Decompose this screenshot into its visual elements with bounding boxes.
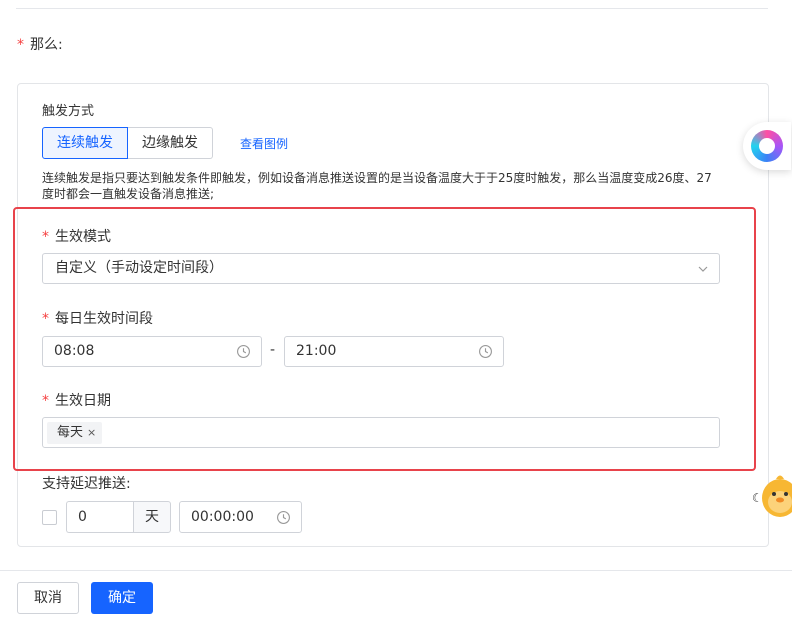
delay-time-input[interactable]: 00:00:00 [179, 501, 302, 533]
section-label: * 那么: [17, 34, 63, 54]
start-time-input[interactable]: 08:08 [42, 336, 262, 367]
effect-mode-label-text: 生效模式 [55, 229, 111, 245]
required-mark: * [17, 37, 24, 53]
effect-date-label-text: 生效日期 [55, 393, 111, 409]
daily-period-label: * 每日生效时间段 [42, 308, 153, 328]
view-example-link[interactable]: 查看图例 [240, 135, 288, 152]
clock-icon [237, 345, 250, 358]
chevron-down-icon [698, 266, 708, 272]
delay-time-value: 00:00:00 [191, 509, 254, 525]
time-range-separator: - [270, 342, 276, 358]
assistant-ring [751, 130, 783, 162]
trigger-continuous-button[interactable]: 连续触发 [42, 127, 128, 159]
required-mark: * [42, 393, 49, 409]
delay-days-unit: 天 [133, 501, 171, 533]
trigger-mode-segmented: 连续触发 边缘触发 [42, 127, 213, 159]
effect-date-label: * 生效日期 [42, 390, 111, 410]
confirm-button[interactable]: 确定 [91, 582, 153, 614]
clock-icon [479, 345, 492, 358]
end-time-input[interactable]: 21:00 [284, 336, 504, 367]
required-mark: * [42, 229, 49, 245]
effect-mode-select[interactable]: 自定义（手动设定时间段） [42, 253, 720, 284]
trigger-description: 连续触发是指只要达到触发条件即触发，例如设备消息推送设置的是当设备温度大于于25… [42, 171, 712, 201]
delay-push-label: 支持延迟推送: [42, 476, 131, 492]
delay-days-input[interactable]: 0 [66, 501, 134, 533]
top-divider [16, 8, 768, 9]
date-tag-label: 每天 [57, 425, 84, 440]
effect-mode-value: 自定义（手动设定时间段） [55, 260, 223, 276]
close-icon[interactable]: × [87, 422, 96, 444]
footer-divider [0, 570, 792, 571]
clock-icon [277, 511, 290, 524]
cancel-button[interactable]: 取消 [17, 582, 79, 614]
effect-date-multiselect[interactable]: 每天 × [42, 417, 720, 448]
start-time-value: 08:08 [54, 343, 95, 359]
end-time-value: 21:00 [296, 343, 337, 359]
delay-push-checkbox[interactable] [42, 510, 57, 525]
effect-mode-label: * 生效模式 [42, 226, 111, 246]
section-label-text: 那么: [30, 37, 63, 53]
required-mark: * [42, 311, 49, 327]
assistant-logo-icon[interactable] [743, 122, 791, 170]
trigger-mode-title: 触发方式 [42, 104, 95, 119]
mascot-icon[interactable] [760, 470, 792, 520]
date-tag-everyday: 每天 × [47, 422, 103, 444]
trigger-edge-button[interactable]: 边缘触发 [128, 127, 213, 159]
daily-period-label-text: 每日生效时间段 [55, 311, 153, 327]
